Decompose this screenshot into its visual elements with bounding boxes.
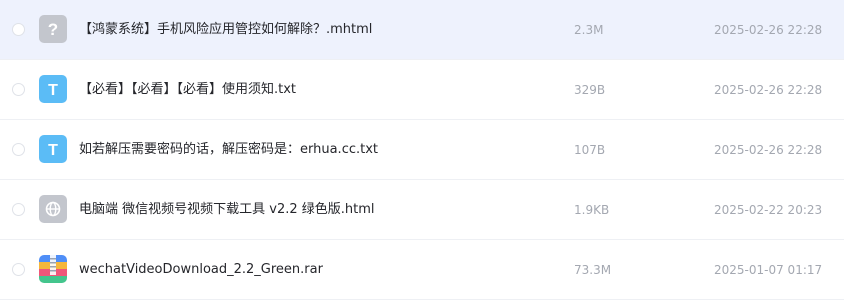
svg-text:T: T [48, 142, 58, 159]
file-date: 2025-02-26 22:28 [714, 23, 823, 37]
row-checkbox[interactable] [12, 143, 25, 156]
row-checkbox[interactable] [12, 83, 25, 96]
file-name[interactable]: 如若解压需要密码的话，解压密码是：erhua.cc.txt [79, 120, 378, 180]
web-file-icon [39, 195, 67, 223]
text-file-icon: T [39, 75, 67, 103]
svg-text:T: T [48, 82, 58, 99]
file-date: 2025-02-26 22:28 [714, 83, 823, 97]
text-file-icon: T [39, 135, 67, 163]
file-size: 329B [574, 83, 606, 97]
file-date: 2025-02-22 20:23 [714, 203, 823, 217]
row-checkbox[interactable] [12, 203, 25, 216]
file-name[interactable]: 【鸿蒙系统】手机风险应用管控如何解除？.mhtml [79, 0, 372, 60]
file-row[interactable]: T 如若解压需要密码的话，解压密码是：erhua.cc.txt 107B 202… [0, 120, 844, 180]
file-size: 2.3M [574, 23, 604, 37]
file-size: 1.9KB [574, 203, 610, 217]
file-size: 73.3M [574, 263, 612, 277]
archive-file-icon [39, 255, 67, 283]
file-list: ? 【鸿蒙系统】手机风险应用管控如何解除？.mhtml 2.3M 2025-02… [0, 0, 844, 300]
file-size: 107B [574, 143, 606, 157]
file-name[interactable]: wechatVideoDownload_2.2_Green.rar [79, 240, 323, 300]
file-row[interactable]: 电脑端 微信视频号视频下载工具 v2.2 绿色版.html 1.9KB 2025… [0, 180, 844, 240]
svg-text:?: ? [48, 20, 58, 39]
file-name[interactable]: 电脑端 微信视频号视频下载工具 v2.2 绿色版.html [79, 180, 375, 240]
file-date: 2025-01-07 01:17 [714, 263, 823, 277]
unknown-file-icon: ? [39, 15, 67, 43]
file-row[interactable]: ? 【鸿蒙系统】手机风险应用管控如何解除？.mhtml 2.3M 2025-02… [0, 0, 844, 60]
file-date: 2025-02-26 22:28 [714, 143, 823, 157]
row-checkbox[interactable] [12, 23, 25, 36]
file-row[interactable]: wechatVideoDownload_2.2_Green.rar 73.3M … [0, 240, 844, 300]
row-checkbox[interactable] [12, 263, 25, 276]
file-row[interactable]: T 【必看】【必看】【必看】使用须知.txt 329B 2025-02-26 2… [0, 60, 844, 120]
file-name[interactable]: 【必看】【必看】【必看】使用须知.txt [79, 60, 296, 120]
